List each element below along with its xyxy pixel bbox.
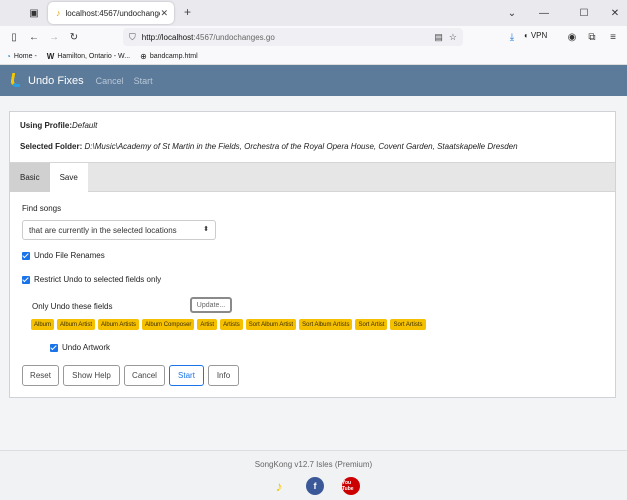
field-chip[interactable]: Sort Album Artists	[299, 319, 353, 330]
start-button[interactable]: Start	[169, 365, 204, 386]
bookmark-star-icon[interactable]: ☆	[449, 32, 457, 43]
profile-label: Using Profile:	[20, 121, 73, 130]
folder-value: D:\Music\Academy of St Martin in the Fie…	[84, 142, 518, 151]
bookmark-hamilton[interactable]: W Hamilton, Ontario - W...	[47, 52, 130, 61]
find-songs-label: Find songs	[22, 204, 62, 213]
vpn-label: VPN	[530, 31, 548, 40]
undo-fixes-panel: Using Profile:Default Selected Folder: D…	[9, 111, 616, 398]
action-buttons: Reset Show Help Cancel Start Info	[22, 365, 243, 386]
options-tabs: Basic Save	[10, 162, 615, 192]
wiki-icon: W	[46, 51, 55, 61]
field-chip[interactable]: Album Composer	[142, 319, 195, 330]
close-tab-icon[interactable]: ✕	[160, 8, 168, 19]
field-chip[interactable]: Artists	[220, 319, 243, 330]
songkong-favicon-icon: ♪	[56, 8, 61, 18]
address-bar[interactable]: ⛉ http://localhost:4567/undochanges.go ▤…	[123, 28, 463, 46]
url-path: :4567/undochanges.go	[193, 32, 275, 42]
account-icon[interactable]: ◉	[564, 29, 580, 45]
back-icon[interactable]: ←	[26, 29, 42, 45]
chevron-down-icon[interactable]: ⌄	[504, 5, 520, 21]
bookmark-home[interactable]: ◔ Home -	[6, 52, 37, 61]
version-text: SongKong v12.7 Isles (Premium)	[254, 460, 373, 469]
facebook-icon[interactable]: f	[306, 477, 324, 495]
field-chip[interactable]: Album Artist	[57, 319, 96, 330]
app-brand[interactable]: Undo Fixes	[28, 75, 84, 87]
checkbox-checked-icon	[50, 343, 58, 352]
find-songs-select[interactable]: that are currently in the selected locat…	[22, 220, 216, 240]
browser-tab[interactable]: ♪ localhost:4567/undochanges.go ✕	[48, 2, 174, 24]
browser-tab-bar: ▣ ♪ localhost:4567/undochanges.go ✕ + ⌄ …	[0, 0, 627, 26]
reader-view-icon[interactable]: ▤	[434, 32, 443, 43]
globe-icon: ⊕	[140, 51, 147, 61]
profile-row: Using Profile:Default	[20, 121, 605, 130]
field-chip[interactable]: Artist	[197, 319, 218, 330]
songkong-icon[interactable]: ♪	[270, 477, 288, 495]
basic-form: Find songs that are currently in the sel…	[22, 204, 602, 352]
page-footer: SongKong v12.7 Isles (Premium) ♪ f You T…	[0, 450, 627, 500]
bookmark-bandcamp[interactable]: ⊕ bandcamp.html	[140, 52, 198, 61]
edge-icon: ◔	[6, 51, 11, 61]
find-songs-value: that are currently in the selected locat…	[29, 225, 177, 235]
maximize-icon[interactable]: ☐	[576, 5, 592, 21]
browser-toolbar: ▯ ← → ↻ ⛉ http://localhost:4567/undochan…	[0, 26, 627, 48]
folder-row: Selected Folder: D:\Music\Academy of St …	[20, 142, 605, 151]
forward-icon[interactable]: →	[46, 29, 62, 45]
selected-fields: Album Album Artist Album Artists Album C…	[31, 319, 429, 330]
minimize-icon[interactable]: —	[536, 5, 552, 21]
restrict-undo-checkbox[interactable]: Restrict Undo to selected fields only	[22, 275, 161, 284]
sidebar-icon[interactable]: ▯	[6, 29, 22, 45]
bookmark-label: Hamilton, Ontario - W...	[57, 52, 131, 60]
url-text[interactable]: http://localhost:4567/undochanges.go	[142, 33, 429, 42]
youtube-label: You Tube	[342, 480, 354, 492]
bookmarks-bar: ◔ Home - W Hamilton, Ontario - W... ⊕ bandc…	[0, 48, 627, 65]
nav-cancel[interactable]: Cancel	[96, 76, 124, 86]
field-chip[interactable]: Sort Artists	[390, 319, 426, 330]
field-chip[interactable]: Sort Album Artist	[245, 319, 297, 330]
field-chip[interactable]: Sort Artist	[355, 319, 388, 330]
url-host: http://localhost	[141, 32, 194, 42]
show-help-button[interactable]: Show Help	[63, 365, 120, 386]
undo-file-renames-label: Undo File Renames	[34, 251, 105, 260]
vpn-icon: ◐	[524, 31, 529, 40]
reload-icon[interactable]: ↻	[66, 29, 82, 45]
download-icon[interactable]: ⤓	[504, 29, 520, 45]
youtube-icon[interactable]: You Tube	[342, 477, 360, 495]
profile-value: Default	[72, 121, 98, 130]
undo-file-renames-checkbox[interactable]: Undo File Renames	[22, 251, 105, 260]
tab-overview-icon[interactable]: ▣	[26, 5, 42, 21]
shield-icon: ⛉	[129, 31, 136, 42]
songkong-logo-icon	[9, 72, 23, 89]
tab-save[interactable]: Save	[49, 163, 88, 192]
only-undo-label: Only Undo these fields	[32, 302, 113, 311]
update-button[interactable]: Update...	[190, 297, 232, 313]
bookmark-label: bandcamp.html	[149, 52, 198, 60]
menu-icon[interactable]: ≡	[605, 29, 621, 45]
app-navbar: Undo Fixes Cancel Start	[0, 65, 627, 96]
folder-label: Selected Folder:	[20, 142, 83, 151]
select-arrows-icon: ⬍	[203, 226, 209, 233]
new-tab-icon[interactable]: +	[184, 5, 191, 19]
cancel-button[interactable]: Cancel	[124, 365, 165, 386]
info-button[interactable]: Info	[208, 365, 239, 386]
undo-artwork-label: Undo Artwork	[62, 343, 111, 352]
tab-title: localhost:4567/undochanges.go	[65, 8, 161, 18]
extensions-icon[interactable]: ⧉	[584, 29, 600, 45]
close-window-icon[interactable]: ✕	[607, 5, 623, 21]
restrict-undo-label: Restrict Undo to selected fields only	[34, 275, 162, 284]
checkbox-checked-icon	[22, 275, 30, 284]
vpn-button[interactable]: ◐ VPN	[524, 31, 547, 40]
bookmark-label: Home -	[13, 52, 37, 60]
undo-artwork-checkbox[interactable]: Undo Artwork	[50, 343, 110, 352]
reset-button[interactable]: Reset	[22, 365, 59, 386]
checkbox-checked-icon	[22, 251, 30, 260]
field-chip[interactable]: Album	[31, 319, 55, 330]
field-chip[interactable]: Album Artists	[98, 319, 140, 330]
nav-start[interactable]: Start	[134, 76, 153, 86]
footer-icons: ♪ f You Tube	[270, 477, 360, 495]
tab-basic[interactable]: Basic	[10, 163, 50, 192]
